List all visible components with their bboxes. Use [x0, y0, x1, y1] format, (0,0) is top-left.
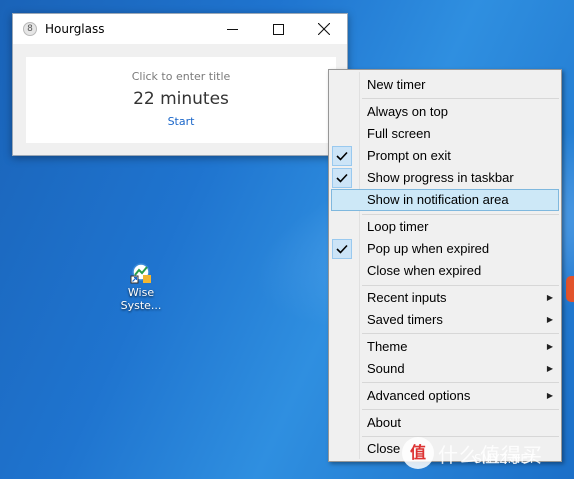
hourglass-app-icon: 8	[23, 22, 37, 36]
menu-separator	[362, 382, 559, 383]
menu-item-prompt-on-exit[interactable]: Prompt on exit	[331, 145, 559, 167]
checkmark-icon	[332, 239, 352, 259]
menu-item-new-timer[interactable]: New timer	[331, 74, 559, 96]
context-menu: New timer Always on top Full screen Prom…	[328, 69, 562, 462]
menu-item-show-progress-in-taskbar[interactable]: Show progress in taskbar	[331, 167, 559, 189]
menu-item-label: New timer	[367, 77, 426, 92]
menu-item-always-on-top[interactable]: Always on top	[331, 101, 559, 123]
hourglass-window[interactable]: 8 Hourglass Click to enter title 22 minu…	[12, 13, 348, 156]
desktop-icon-label-line1: Wise	[127, 286, 155, 299]
timer-time-display[interactable]: 22 minutes	[26, 89, 336, 109]
menu-item-label: Close when expired	[367, 263, 482, 278]
watermark-logo-icon: 值	[402, 437, 434, 469]
menu-item-loop-timer[interactable]: Loop timer	[331, 216, 559, 238]
menu-item-recent-inputs[interactable]: Recent inputs ▶	[331, 287, 559, 309]
wise-system-icon	[130, 262, 152, 284]
maximize-button[interactable]	[255, 14, 301, 44]
maximize-icon	[272, 23, 284, 35]
menu-item-sound[interactable]: Sound ▶	[331, 358, 559, 380]
submenu-arrow-icon: ▶	[546, 342, 553, 351]
menu-item-close-when-expired[interactable]: Close when expired	[331, 260, 559, 282]
minimize-button[interactable]	[209, 14, 255, 44]
menu-item-label: Loop timer	[367, 219, 429, 234]
close-icon	[318, 23, 330, 35]
close-window-button[interactable]	[301, 14, 347, 44]
submenu-arrow-icon: ▶	[546, 364, 553, 373]
menu-item-label: Close	[367, 441, 401, 456]
desktop-shortcut-wise-system[interactable]: Wise Syste...	[110, 262, 172, 312]
desktop-icon-label-line2: Syste...	[120, 299, 162, 312]
checkmark-icon	[332, 168, 352, 188]
menu-item-label: Recent inputs	[367, 290, 447, 305]
watermark-subtext: SMYZ.NET	[474, 452, 536, 466]
menu-item-about[interactable]: About	[331, 412, 559, 434]
menu-separator	[362, 333, 559, 334]
submenu-arrow-icon: ▶	[546, 315, 553, 324]
menu-item-label: Show progress in taskbar	[367, 170, 514, 185]
menu-item-advanced-options[interactable]: Advanced options ▶	[331, 385, 559, 407]
menu-item-show-in-notification-area[interactable]: Show in notification area	[331, 189, 559, 211]
menu-item-saved-timers[interactable]: Saved timers ▶	[331, 309, 559, 331]
checkmark-icon	[332, 146, 352, 166]
timer-card: Click to enter title 22 minutes Start	[26, 57, 336, 143]
timer-title-input[interactable]: Click to enter title	[26, 70, 336, 83]
window-title: Hourglass	[45, 22, 105, 36]
menu-item-label: Full screen	[367, 126, 431, 141]
menu-item-label: Saved timers	[367, 312, 443, 327]
menu-separator	[362, 98, 559, 99]
start-link[interactable]: Start	[26, 115, 336, 128]
minimize-icon	[226, 28, 238, 30]
menu-item-pop-up-when-expired[interactable]: Pop up when expired	[331, 238, 559, 260]
menu-separator	[362, 285, 559, 286]
menu-item-label: Sound	[367, 361, 405, 376]
menu-item-full-screen[interactable]: Full screen	[331, 123, 559, 145]
menu-separator	[362, 409, 559, 410]
menu-item-label: Advanced options	[367, 388, 471, 403]
partial-desktop-icon	[566, 276, 574, 302]
title-bar[interactable]: 8 Hourglass	[13, 14, 347, 44]
menu-item-label: About	[367, 415, 401, 430]
menu-item-label: Show in notification area	[367, 192, 509, 207]
menu-item-label: Theme	[367, 339, 408, 354]
menu-item-label: Always on top	[367, 104, 448, 119]
menu-item-theme[interactable]: Theme ▶	[331, 336, 559, 358]
menu-item-label: Pop up when expired	[367, 241, 490, 256]
submenu-arrow-icon: ▶	[546, 391, 553, 400]
submenu-arrow-icon: ▶	[546, 293, 553, 302]
menu-item-label: Prompt on exit	[367, 148, 451, 163]
menu-separator	[362, 214, 559, 215]
